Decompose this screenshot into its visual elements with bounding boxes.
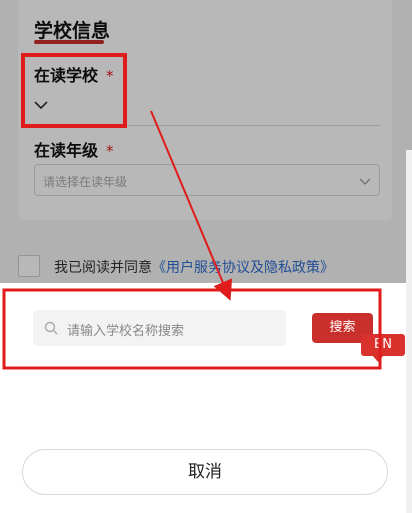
form-area: 学校信息 在读学校 * 在读年级 * 请选择在读年级 我已阅读并同意《用户服务协议及… bbox=[0, 0, 412, 283]
cancel-button[interactable]: 取消 bbox=[22, 449, 388, 495]
grade-select-placeholder: 请选择在读年级 bbox=[43, 175, 128, 189]
agreement-link[interactable]: 《用户服务协议及隐私政策》 bbox=[152, 260, 334, 276]
agreement-text: 我已阅读并同意《用户服务协议及隐私政策》 bbox=[54, 257, 334, 277]
school-field-label: 在读学校 * bbox=[34, 62, 114, 86]
divider bbox=[34, 125, 380, 126]
required-star: * bbox=[106, 67, 114, 85]
school-label-text: 在读学校 bbox=[34, 66, 99, 85]
search-icon bbox=[44, 321, 58, 335]
badge-tail bbox=[372, 355, 384, 362]
required-star: * bbox=[106, 142, 114, 160]
agreement-row: 我已阅读并同意《用户服务协议及隐私政策》 bbox=[18, 255, 412, 281]
chevron-down-icon[interactable] bbox=[34, 98, 48, 112]
language-toggle-badge[interactable]: EN bbox=[361, 334, 405, 356]
agreement-prefix: 我已阅读并同意 bbox=[54, 260, 152, 276]
chevron-down-icon bbox=[359, 178, 371, 185]
search-placeholder: 请输入学校名称搜索 bbox=[67, 324, 185, 339]
grade-label-text: 在读年级 bbox=[34, 141, 99, 160]
school-search-input[interactable]: 请输入学校名称搜索 bbox=[33, 310, 286, 346]
grade-select[interactable]: 请选择在读年级 bbox=[34, 164, 380, 196]
section-title: 学校信息 bbox=[34, 20, 111, 42]
grade-field-label: 在读年级 * bbox=[34, 137, 114, 161]
title-underline bbox=[34, 40, 104, 44]
scroll-edge bbox=[406, 150, 412, 513]
agreement-checkbox[interactable] bbox=[18, 255, 40, 277]
